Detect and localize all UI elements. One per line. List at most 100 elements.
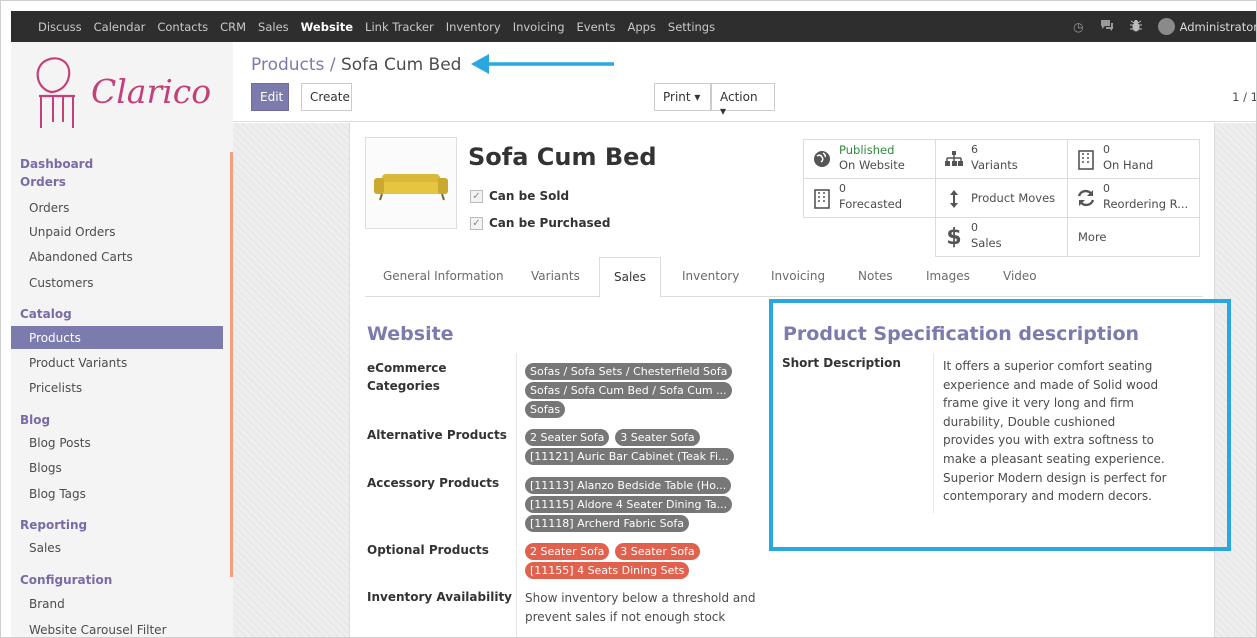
print-dropdown[interactable]: Print ▾ [654, 83, 711, 111]
menu-crm[interactable]: CRM [220, 20, 246, 34]
nav-heading-blog: Blog [20, 413, 51, 427]
tag[interactable]: [11121] Auric Bar Cabinet (Teak Fi... [525, 448, 734, 465]
on-hand-button[interactable]: 0 On Hand [1067, 139, 1200, 179]
top-menu-bar: Discuss Calendar Contacts CRM Sales Webs… [11, 11, 1256, 42]
nav-blogs[interactable]: Blogs [29, 461, 62, 475]
clock-icon[interactable]: ◷ [1073, 20, 1083, 34]
arrows-vertical-icon [944, 189, 964, 209]
annotation-highlight-box [769, 299, 1231, 551]
can-be-purchased-label: Can be Purchased [489, 216, 611, 230]
nav-dashboard[interactable]: Dashboard [20, 157, 93, 171]
nav-customers[interactable]: Customers [29, 276, 94, 290]
menu-calendar[interactable]: Calendar [94, 20, 146, 34]
user-name[interactable]: Administrator [1180, 20, 1256, 34]
menu-inventory[interactable]: Inventory [446, 20, 501, 34]
bug-icon[interactable] [1129, 19, 1142, 35]
tab-variants[interactable]: Variants [531, 269, 580, 283]
inventory-availability-label: Inventory Availability [367, 590, 513, 604]
breadcrumb-current: Sofa Cum Bed [340, 55, 462, 75]
tag[interactable]: [11115] Aldore 4 Seater Dining Ta... [525, 496, 733, 513]
menu-invoicing[interactable]: Invoicing [513, 20, 565, 34]
refresh-icon [1076, 189, 1096, 209]
tab-inventory[interactable]: Inventory [682, 269, 739, 283]
variants-button[interactable]: 6 Variants [935, 139, 1068, 179]
menu-apps[interactable]: Apps [627, 20, 655, 34]
tag[interactable]: Sofas / Sofa Sets / Chesterfield Sofa [525, 363, 733, 380]
sitemap-icon [944, 150, 964, 170]
nav-products[interactable]: Products [11, 326, 223, 349]
systray: ◷ Administrator [1073, 11, 1256, 42]
more-button[interactable]: More [1067, 217, 1200, 257]
tab-sales[interactable]: Sales [599, 257, 661, 298]
tab-general-information[interactable]: General Information [383, 269, 504, 283]
more-label: More [1078, 230, 1107, 244]
clarico-logo: Clarico [29, 52, 229, 132]
menu-link-tracker[interactable]: Link Tracker [365, 20, 434, 34]
nav-website-carousel-filter[interactable]: Website Carousel Filter [29, 623, 167, 637]
edit-button[interactable]: Edit [251, 83, 289, 111]
nav-brand[interactable]: Brand [29, 597, 65, 611]
pager[interactable]: 1 / 1 [1232, 90, 1256, 104]
tag[interactable]: [11118] Archerd Fabric Sofa [525, 515, 689, 532]
tag[interactable]: Sofas / Sofa Cum Bed / Sofa Cum ... [525, 382, 732, 399]
forecasted-count: 0 [839, 182, 846, 195]
accessory-products-label: Accessory Products [367, 476, 500, 490]
breadcrumb-separator: / [329, 55, 336, 75]
inventory-availability-value[interactable]: Show inventory below a threshold and pre… [525, 589, 765, 627]
tag[interactable]: Sofas [525, 401, 566, 418]
nav-reporting-sales[interactable]: Sales [29, 541, 61, 555]
published-button[interactable]: Published On Website [803, 139, 936, 179]
building-icon [1076, 150, 1096, 170]
brand-name: Clarico [91, 72, 212, 111]
reordering-rules-button[interactable]: 0 Reordering R... [1067, 178, 1200, 218]
tag[interactable]: [11113] Alanzo Bedside Table (Ho... [525, 477, 732, 494]
tab-images[interactable]: Images [926, 269, 970, 283]
can-be-purchased-row: ✓ Can be Purchased [470, 216, 610, 230]
nav-orders[interactable]: Orders [29, 201, 69, 215]
nav-blog-posts[interactable]: Blog Posts [29, 436, 91, 450]
breadcrumb: Products / Sofa Cum Bed [251, 55, 461, 75]
nav-abandoned-carts[interactable]: Abandoned Carts [29, 250, 133, 264]
menu-events[interactable]: Events [577, 20, 616, 34]
nav-pricelists[interactable]: Pricelists [29, 381, 82, 395]
nav-blog-tags[interactable]: Blog Tags [29, 487, 86, 501]
tab-video[interactable]: Video [1003, 269, 1037, 283]
accessory-products-tags[interactable]: [11113] Alanzo Bedside Table (Ho... [111… [525, 477, 755, 534]
product-moves-button[interactable]: Product Moves [935, 178, 1068, 218]
tag[interactable]: 2 Seater Sofa [525, 543, 610, 560]
nav-heading-reporting: Reporting [20, 518, 88, 532]
optional-products-tags[interactable]: 2 Seater Sofa 3 Seater Sofa [11155] 4 Se… [525, 543, 755, 581]
tag[interactable]: 2 Seater Sofa [525, 429, 610, 446]
product-title: Sofa Cum Bed [468, 143, 657, 171]
nav-unpaid-orders[interactable]: Unpaid Orders [29, 225, 115, 239]
ecommerce-categories-label: eCommerce Categories [367, 361, 447, 393]
sales-button[interactable]: $ 0 Sales [935, 217, 1068, 257]
create-button[interactable]: Create [301, 83, 352, 111]
tab-notes[interactable]: Notes [858, 269, 893, 283]
forecasted-label: Forecasted [839, 197, 903, 211]
menu-discuss[interactable]: Discuss [38, 20, 82, 34]
avatar[interactable] [1157, 18, 1175, 35]
forecasted-button[interactable]: 0 Forecasted [803, 178, 936, 218]
menu-settings[interactable]: Settings [668, 20, 715, 34]
tag[interactable]: 3 Seater Sofa [615, 543, 700, 560]
chat-icon[interactable] [1100, 19, 1114, 34]
breadcrumb-products[interactable]: Products [251, 55, 324, 75]
tag[interactable]: 3 Seater Sofa [615, 429, 700, 446]
alternative-products-label: Alternative Products [367, 428, 507, 442]
building-icon [812, 189, 832, 209]
menu-website[interactable]: Website [301, 20, 353, 34]
smart-buttons: Published On Website 6 Variants 0 On Han… [803, 139, 1201, 257]
can-be-sold-checkbox[interactable]: ✓ [470, 189, 483, 203]
tab-invoicing[interactable]: Invoicing [771, 269, 825, 283]
tag[interactable]: [11155] 4 Seats Dining Sets [525, 562, 690, 579]
product-image[interactable] [365, 137, 457, 229]
can-be-purchased-checkbox[interactable]: ✓ [470, 216, 483, 230]
ecommerce-categories-tags[interactable]: Sofas / Sofa Sets / Chesterfield Sofa So… [525, 363, 755, 420]
action-dropdown[interactable]: Action ▾ [711, 83, 775, 118]
alternative-products-tags[interactable]: 2 Seater Sofa 3 Seater Sofa [11121] Auri… [525, 429, 755, 467]
menu-sales[interactable]: Sales [258, 20, 289, 34]
notebook-tabs: General Information Variants Sales Inven… [365, 257, 1203, 298]
menu-contacts[interactable]: Contacts [157, 20, 208, 34]
nav-product-variants[interactable]: Product Variants [29, 356, 127, 370]
